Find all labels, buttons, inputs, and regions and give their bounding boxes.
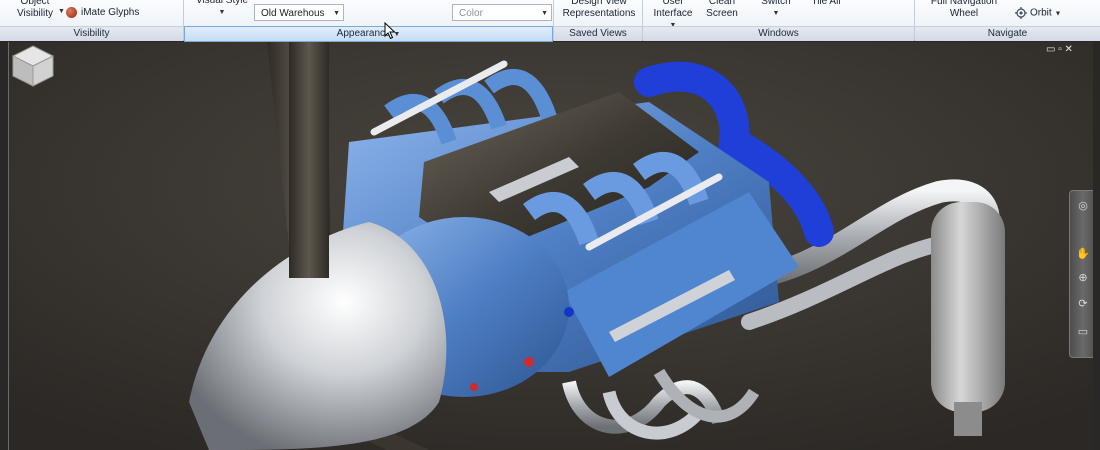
color-override-value: Color xyxy=(459,8,483,19)
visibility-group: Object Visibility ▼ iMate Glyphs Visibil… xyxy=(0,0,184,41)
color-override-dropdown[interactable]: Color ▼ xyxy=(452,4,552,21)
chevron-down-icon[interactable]: ▼ xyxy=(58,8,65,15)
clean-screen-button[interactable]: Clean Screen xyxy=(701,0,743,20)
tile-all-button[interactable]: Tile All xyxy=(803,0,849,8)
navigation-bar: ◎ ✋ ⊕ ⟳ ▭ xyxy=(1069,190,1093,358)
propeller-hub-blade xyxy=(289,42,329,278)
look-at-icon[interactable]: ▭ xyxy=(1070,325,1093,338)
orbit-nav-icon[interactable]: ⟳ xyxy=(1070,297,1093,310)
switch-label: Switch xyxy=(761,0,791,7)
red-fitting xyxy=(524,357,534,367)
3d-viewport[interactable]: ◎ ✋ ⊕ ⟳ ▭ xyxy=(8,42,1093,450)
viewcube[interactable] xyxy=(9,42,57,90)
chevron-down-icon: ▼ xyxy=(333,10,340,17)
chevron-down-icon: ▼ xyxy=(772,10,780,17)
full-navigation-wheel-button[interactable]: Full Navigation Wheel xyxy=(919,0,1009,20)
zoom-icon[interactable]: ⊕ xyxy=(1070,271,1093,284)
imate-glyphs-icon xyxy=(66,7,77,18)
imate-glyphs-button[interactable]: iMate Glyphs xyxy=(66,7,176,19)
lighting-style-dropdown[interactable]: Old Warehous ▼ xyxy=(254,4,344,21)
muffler xyxy=(931,202,1005,412)
blue-fitting xyxy=(564,307,574,317)
chevron-down-icon: ▼ xyxy=(541,10,548,17)
engine-model-render xyxy=(9,42,1093,450)
ribbon: Object Visibility ▼ iMate Glyphs Visibil… xyxy=(0,0,1100,42)
design-view-representations-button[interactable]: Design View Representations xyxy=(558,0,640,20)
visual-style-label: Visual Style xyxy=(195,0,249,6)
chevron-down-icon: ▼ xyxy=(1054,10,1062,18)
orbit-button[interactable]: Orbit ▼ xyxy=(1015,7,1085,21)
switch-button[interactable]: Switch ▼ xyxy=(753,0,799,20)
pan-hand-icon[interactable]: ✋ xyxy=(1070,247,1093,260)
red-fitting xyxy=(470,383,478,391)
design-view-label-2: Representations xyxy=(562,8,636,19)
full-nav-label-1: Full Navigation xyxy=(930,0,998,7)
orbit-label: Orbit xyxy=(1030,7,1052,19)
visual-style-button[interactable]: Visual Style ▼ xyxy=(192,0,252,19)
appearance-group-title: Appearance xyxy=(336,28,391,39)
tile-all-label: Tile All xyxy=(811,0,841,7)
appearance-group-label[interactable]: Appearance ▼ xyxy=(184,26,553,42)
navigate-group: Full Navigation Wheel Orbit ▼ Navigate xyxy=(915,0,1100,41)
clean-screen-label-2: Screen xyxy=(706,8,738,19)
full-nav-label-2: Wheel xyxy=(949,8,979,19)
window-controls[interactable]: ▭ ▫ ✕ xyxy=(1046,44,1073,55)
user-interface-label-1: User xyxy=(662,0,684,7)
muffler-outlet xyxy=(954,402,982,436)
saved-views-group-label: Saved Views xyxy=(554,26,642,41)
navigate-group-label: Navigate xyxy=(915,26,1100,41)
windows-group-label: Windows xyxy=(643,26,914,41)
object-visibility-label-2: Visibility xyxy=(17,8,53,19)
lighting-style-value: Old Warehous xyxy=(261,8,325,19)
windows-group: User Interface ▼ Clean Screen Switch ▼ T… xyxy=(643,0,915,41)
visibility-group-label: Visibility xyxy=(0,26,183,41)
steering-wheel-icon[interactable]: ◎ xyxy=(1070,199,1093,212)
user-interface-label-2: Interface xyxy=(653,8,693,19)
object-visibility-button[interactable]: Object Visibility xyxy=(12,0,58,20)
imate-glyphs-label: iMate Glyphs xyxy=(81,7,140,19)
saved-views-group: Design View Representations Saved Views xyxy=(554,0,643,41)
mouse-cursor-icon xyxy=(384,22,396,40)
orbit-icon xyxy=(1015,7,1027,19)
design-view-label-1: Design View xyxy=(571,0,627,7)
appearance-group: Visual Style ▼ Old Warehous ▼ Color ▼ Ap… xyxy=(184,0,554,42)
object-visibility-label-1: Object xyxy=(20,0,50,7)
chevron-down-icon: ▼ xyxy=(218,9,226,16)
clean-screen-label-1: Clean xyxy=(708,0,736,7)
